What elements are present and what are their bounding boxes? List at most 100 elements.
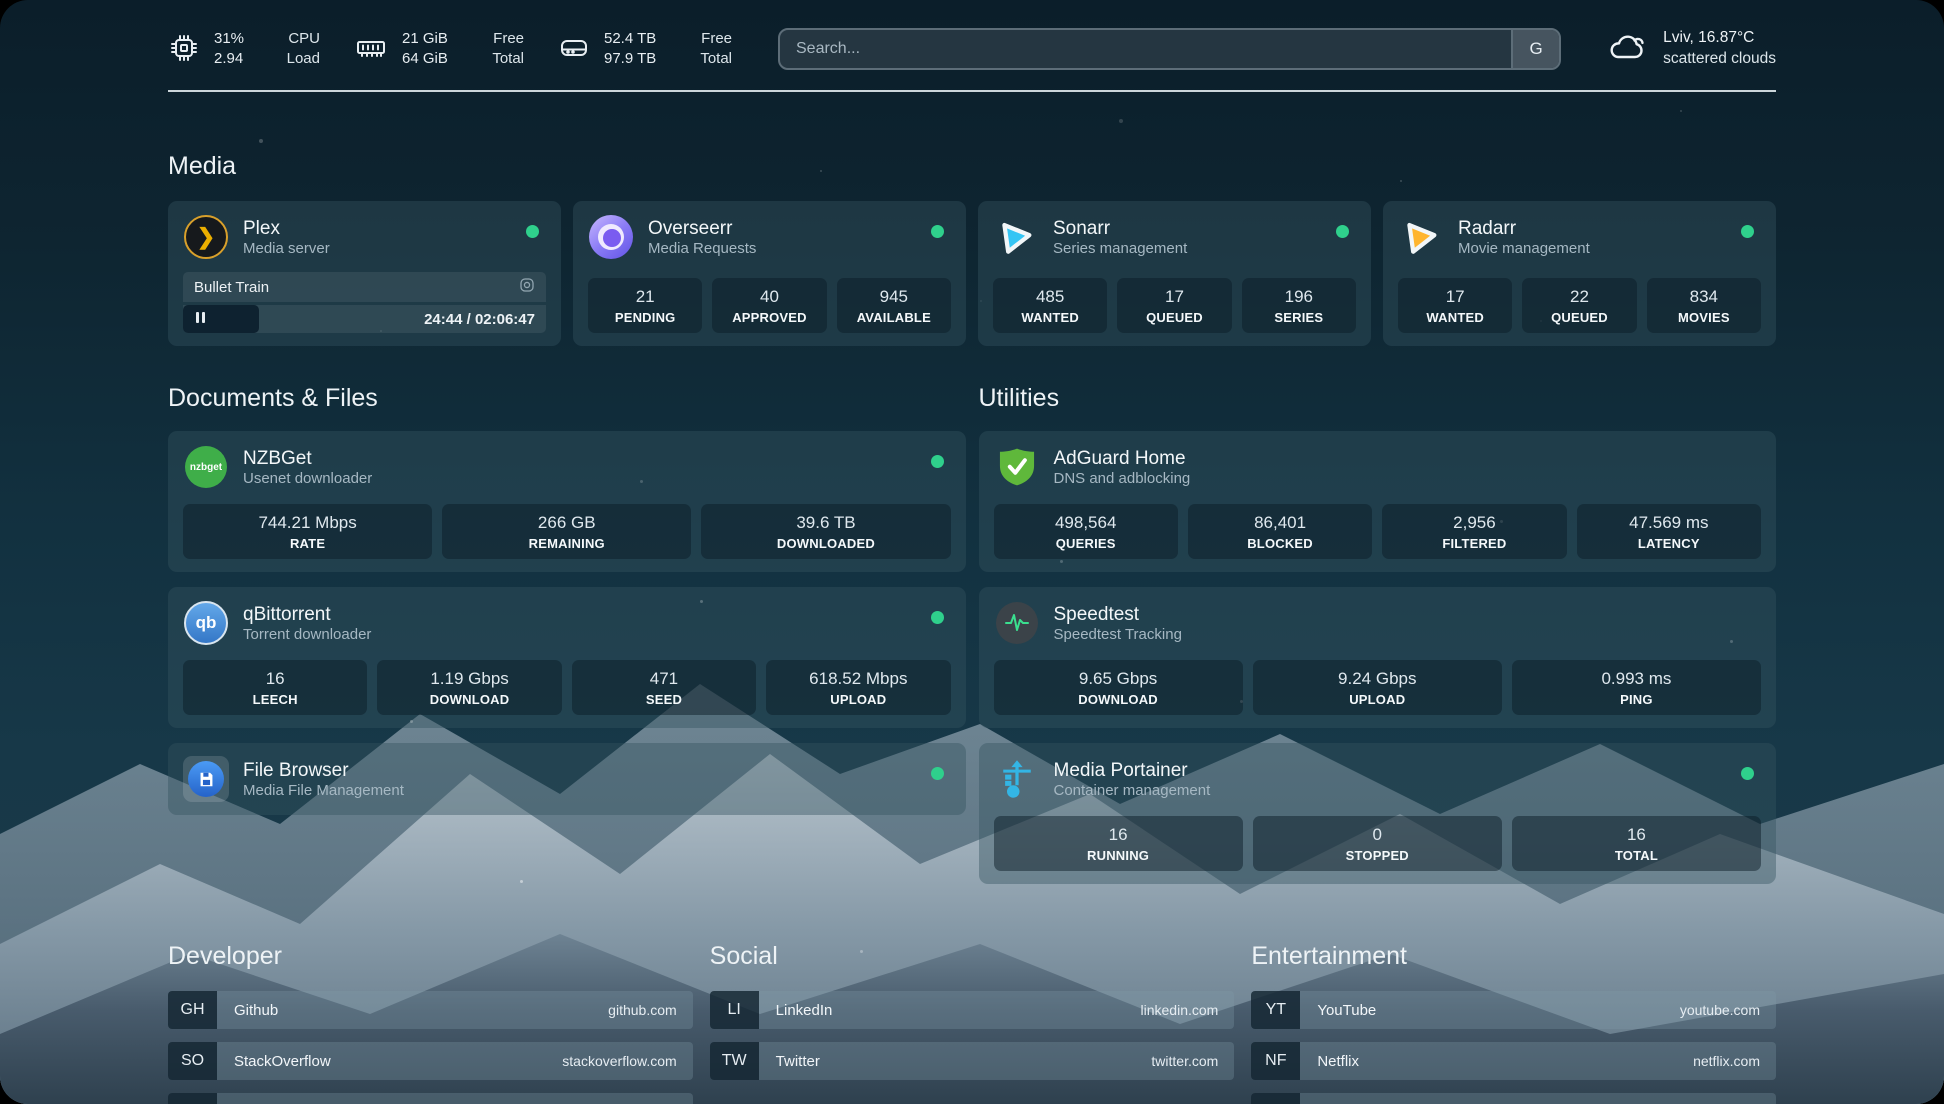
memory-total-value: 64 GiB [402,49,448,69]
service-name: Media Portainer [1054,759,1211,783]
status-online-dot [931,767,944,780]
stat-box: 22 QUEUED [1522,278,1636,333]
service-description: Media Requests [648,240,756,257]
topbar-divider [168,90,1776,92]
stat-box: 16 TOTAL [1512,816,1761,871]
bookmark-domain: netflix.com [1693,1042,1776,1080]
service-description: DNS and adblocking [1054,470,1191,487]
stat-box: 1.19 Gbps DOWNLOAD [377,660,561,715]
service-card-sonarr[interactable]: Sonarr Series management 485 WANTED 17 Q… [978,201,1371,346]
stat-box: 744.21 Mbps RATE [183,504,432,559]
bookmark-domain: twitter.com [1151,1042,1234,1080]
service-name: Sonarr [1053,217,1187,241]
service-card-nzbget[interactable]: nzbget NZBGet Usenet downloader 744.21 M… [168,431,966,572]
memory-free-value: 21 GiB [402,29,448,49]
service-description: Torrent downloader [243,626,371,643]
bookmark-name: Netflix [1300,1042,1359,1080]
service-name: Speedtest [1054,603,1182,627]
memory-icon [354,32,388,69]
search-input[interactable] [780,30,1511,68]
section-documents: Documents & Files nzbget NZBGet Usenet d… [168,384,966,815]
stat-box: 16 LEECH [183,660,367,715]
disk-free-value: 52.4 TB [604,29,656,49]
bookmark-abbr: TW [710,1042,759,1080]
service-card-filebrowser[interactable]: File Browser Media File Management [168,743,966,815]
stat-box: 9.24 Gbps UPLOAD [1253,660,1502,715]
bookmark-github[interactable]: GH Github github.com [168,991,693,1029]
disk-widget: 52.4 TB 97.9 TB Free Total [558,29,732,69]
stat-box: 21 PENDING [588,278,702,333]
disk-total-value: 97.9 TB [604,49,656,69]
stat-box: 266 GB REMAINING [442,504,691,559]
search-bar: G [778,28,1561,70]
bookmark-twitter[interactable]: TW Twitter twitter.com [710,1042,1235,1080]
stat-box: 0.993 ms PING [1512,660,1761,715]
service-description: Speedtest Tracking [1054,626,1182,643]
service-name: Overseerr [648,217,756,241]
bookmark-group-title: Social [710,942,1235,971]
bookmark-netflix[interactable]: NF Netflix netflix.com [1251,1042,1776,1080]
service-card-qbittorrent[interactable]: qb qBittorrent Torrent downloader 16 [168,587,966,728]
bookmark-domain: youtube.com [1680,991,1776,1029]
stat-box: 471 SEED [572,660,756,715]
now-playing-progress: 24:44 / 02:06:47 [183,305,546,333]
bookmark-dev[interactable]: DT DEV dev.to [168,1093,693,1104]
plex-logo-icon: ❯ [183,214,229,260]
service-description: Container management [1054,782,1211,799]
media-card-row: ❯ Plex Media server Bullet Train [168,201,1776,346]
status-online-dot [931,455,944,468]
service-name: qBittorrent [243,603,371,627]
stat-row: 17 WANTED 22 QUEUED 834 MOVIES [1398,264,1761,333]
bookmark-domain: stackoverflow.com [562,1042,692,1080]
service-card-overseerr[interactable]: Overseerr Media Requests 21 PENDING 40 A… [573,201,966,346]
service-card-radarr[interactable]: Radarr Movie management 17 WANTED 22 QUE… [1383,201,1776,346]
now-playing-icon [519,277,535,297]
service-card-adguard[interactable]: AdGuard Home DNS and adblocking 498,564 … [979,431,1777,572]
pause-icon [196,310,208,328]
bookmark-stackoverflow[interactable]: SO StackOverflow stackoverflow.com [168,1042,693,1080]
stat-row: 9.65 Gbps DOWNLOAD 9.24 Gbps UPLOAD 0.99… [994,646,1762,715]
bookmark-abbr: GH [168,991,217,1029]
stat-box: 40 APPROVED [712,278,826,333]
cpu-load-label: Load [287,49,320,69]
bookmark-abbr: DT [168,1093,217,1104]
status-online-dot [1336,225,1349,238]
service-name: AdGuard Home [1054,447,1191,471]
stat-row: 21 PENDING 40 APPROVED 945 AVAILABLE [588,264,951,333]
service-description: Media server [243,240,330,257]
cloud-icon [1607,29,1649,70]
bookmark-name: StackOverflow [217,1042,331,1080]
bookmark-linkedin[interactable]: LI LinkedIn linkedin.com [710,991,1235,1029]
bookmark-name: DEV [217,1093,265,1104]
weather-widget: Lviv, 16.87°C scattered clouds [1607,28,1776,70]
bookmark-domain: dev.to [640,1093,693,1104]
service-name: NZBGet [243,447,372,471]
portainer-logo-icon [994,756,1040,802]
stat-box: 47.569 ms LATENCY [1577,504,1761,559]
status-online-dot [526,225,539,238]
disk-icon [558,32,590,69]
bookmark-group-social: Social LI LinkedIn linkedin.com TW Twitt… [710,942,1235,1104]
stat-row: 744.21 Mbps RATE 266 GB REMAINING 39.6 T… [183,490,951,559]
bookmark-name: Github [217,991,278,1029]
bookmark-name: YouTube [1300,991,1376,1029]
dashboard-screen: 31% 2.94 CPU Load [0,0,1944,1104]
weather-condition: scattered clouds [1663,49,1776,70]
status-online-dot [1741,225,1754,238]
bookmark-abbr: LI [710,991,759,1029]
overseerr-logo-icon [588,214,634,260]
weather-location-temp: Lviv, 16.87°C [1663,28,1776,49]
bookmark-youtube[interactable]: YT YouTube youtube.com [1251,991,1776,1029]
search-provider-button[interactable]: G [1511,30,1559,68]
speedtest-logo-icon [994,600,1040,646]
service-card-plex[interactable]: ❯ Plex Media server Bullet Train [168,201,561,346]
memory-widget: 21 GiB 64 GiB Free Total [354,29,524,69]
stat-box: 86,401 BLOCKED [1188,504,1372,559]
bookmark-reddit[interactable]: RE Reddit reddit.com [1251,1093,1776,1104]
bookmark-group-entertainment: Entertainment YT YouTube youtube.com NF … [1251,942,1776,1104]
now-playing-time: 24:44 / 02:06:47 [424,311,546,328]
service-card-speedtest[interactable]: Speedtest Speedtest Tracking 9.65 Gbps D… [979,587,1777,728]
section-title-documents: Documents & Files [168,384,966,413]
service-card-portainer[interactable]: Media Portainer Container management 16 … [979,743,1777,884]
status-online-dot [1741,767,1754,780]
